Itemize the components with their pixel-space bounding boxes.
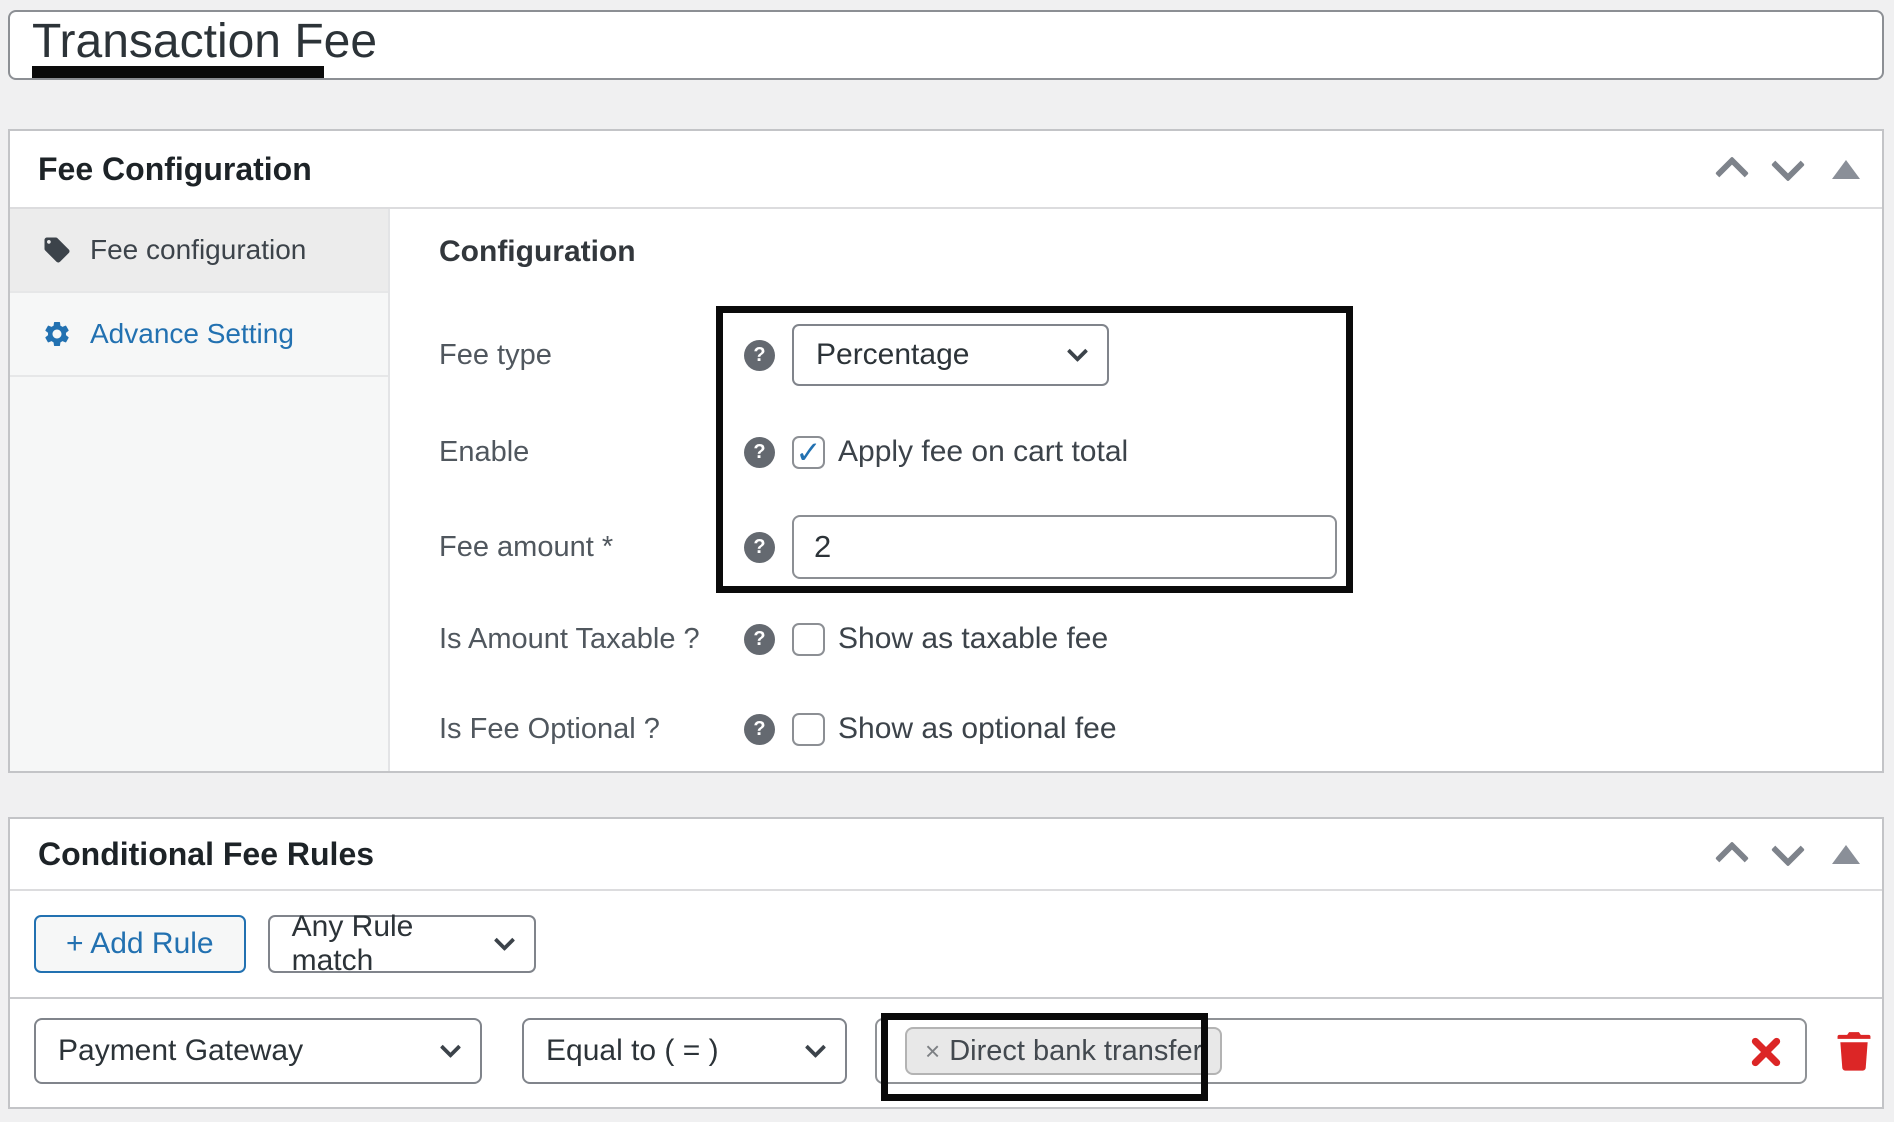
selected-value-tag: × Direct bank transfer [905, 1027, 1222, 1075]
fee-amount-label: Fee amount * [439, 531, 744, 564]
move-down-icon[interactable] [1771, 148, 1805, 182]
move-up-icon[interactable] [1715, 841, 1749, 875]
fee-amount-row: Fee amount * ? [439, 515, 1872, 579]
apply-fee-on-cart-total-label: Apply fee on cart total [838, 435, 1128, 469]
help-icon[interactable]: ? [744, 714, 775, 745]
collapse-panel-icon[interactable] [1832, 160, 1860, 179]
chevron-down-icon [440, 1037, 461, 1058]
gear-icon [42, 319, 72, 349]
rule-operator-select[interactable]: Equal to ( = ) [522, 1018, 847, 1084]
chevron-down-icon [1067, 341, 1088, 362]
rule-operator-value: Equal to ( = ) [546, 1034, 719, 1068]
sidebar-tab-label: Advance Setting [90, 318, 294, 350]
move-down-icon[interactable] [1771, 833, 1805, 867]
add-rule-button[interactable]: + Add Rule [34, 915, 246, 973]
delete-rule-trash-icon[interactable] [1833, 1028, 1875, 1074]
rule-row: Payment Gateway Equal to ( = ) × Direct … [10, 999, 1882, 1103]
is-fee-optional-row: Is Fee Optional ? ? Show as optional fee [439, 709, 1872, 749]
sidebar-tab-advance-setting[interactable]: Advance Setting [10, 293, 388, 377]
tag-icon [42, 235, 72, 265]
collapse-panel-icon[interactable] [1832, 845, 1860, 864]
remove-tag-icon[interactable]: × [925, 1036, 940, 1067]
fee-type-select[interactable]: Percentage [792, 324, 1109, 386]
move-up-icon[interactable] [1715, 156, 1749, 190]
selected-value-tag-label: Direct bank transfer [949, 1035, 1202, 1068]
rule-value-multiselect[interactable]: × Direct bank transfer [875, 1018, 1807, 1084]
enable-label: Enable [439, 436, 744, 469]
sidebar-tab-label: Fee configuration [90, 234, 306, 266]
show-as-taxable-fee-label: Show as taxable fee [838, 622, 1108, 656]
fee-configuration-header: Fee Configuration [10, 131, 1882, 209]
chevron-down-icon [494, 930, 515, 951]
chevron-down-icon [805, 1037, 826, 1058]
help-icon[interactable]: ? [744, 340, 775, 371]
conditional-fee-rules-title: Conditional Fee Rules [38, 836, 374, 873]
show-as-taxable-fee-checkbox[interactable] [792, 623, 825, 656]
post-title-input[interactable] [8, 10, 1884, 80]
fee-configuration-title: Fee Configuration [38, 151, 312, 188]
rule-match-mode-select[interactable]: Any Rule match [268, 915, 536, 973]
configuration-heading: Configuration [439, 235, 636, 269]
clear-selection-icon[interactable] [1749, 1035, 1783, 1069]
help-icon[interactable]: ? [744, 437, 775, 468]
fee-type-label: Fee type [439, 339, 744, 372]
help-icon[interactable]: ? [744, 624, 775, 655]
rule-match-mode-value: Any Rule match [292, 910, 497, 978]
apply-fee-on-cart-total-checkbox[interactable]: ✓ [792, 436, 825, 469]
is-fee-optional-label: Is Fee Optional ? [439, 713, 744, 746]
rules-toolbar: + Add Rule Any Rule match [10, 891, 1882, 999]
show-as-optional-fee-label: Show as optional fee [838, 712, 1117, 746]
conditional-fee-rules-header: Conditional Fee Rules [10, 819, 1882, 891]
fee-amount-input[interactable] [792, 515, 1337, 579]
conditional-fee-rules-panel: Conditional Fee Rules + Add Rule Any Rul… [8, 817, 1884, 1109]
is-amount-taxable-row: Is Amount Taxable ? ? Show as taxable fe… [439, 619, 1872, 659]
rule-field-select[interactable]: Payment Gateway [34, 1018, 482, 1084]
is-amount-taxable-label: Is Amount Taxable ? [439, 623, 744, 656]
rule-field-value: Payment Gateway [58, 1034, 303, 1068]
fee-settings-sidebar: Fee configuration Advance Setting [10, 209, 390, 771]
help-icon[interactable]: ? [744, 532, 775, 563]
fee-configuration-panel: Fee Configuration Fee configuration [8, 129, 1884, 773]
enable-row: Enable ? ✓ Apply fee on cart total [439, 432, 1872, 472]
show-as-optional-fee-checkbox[interactable] [792, 713, 825, 746]
fee-type-selected-value: Percentage [816, 338, 969, 372]
sidebar-tab-fee-configuration[interactable]: Fee configuration [10, 209, 388, 293]
fee-type-row: Fee type ? Percentage [439, 324, 1872, 386]
